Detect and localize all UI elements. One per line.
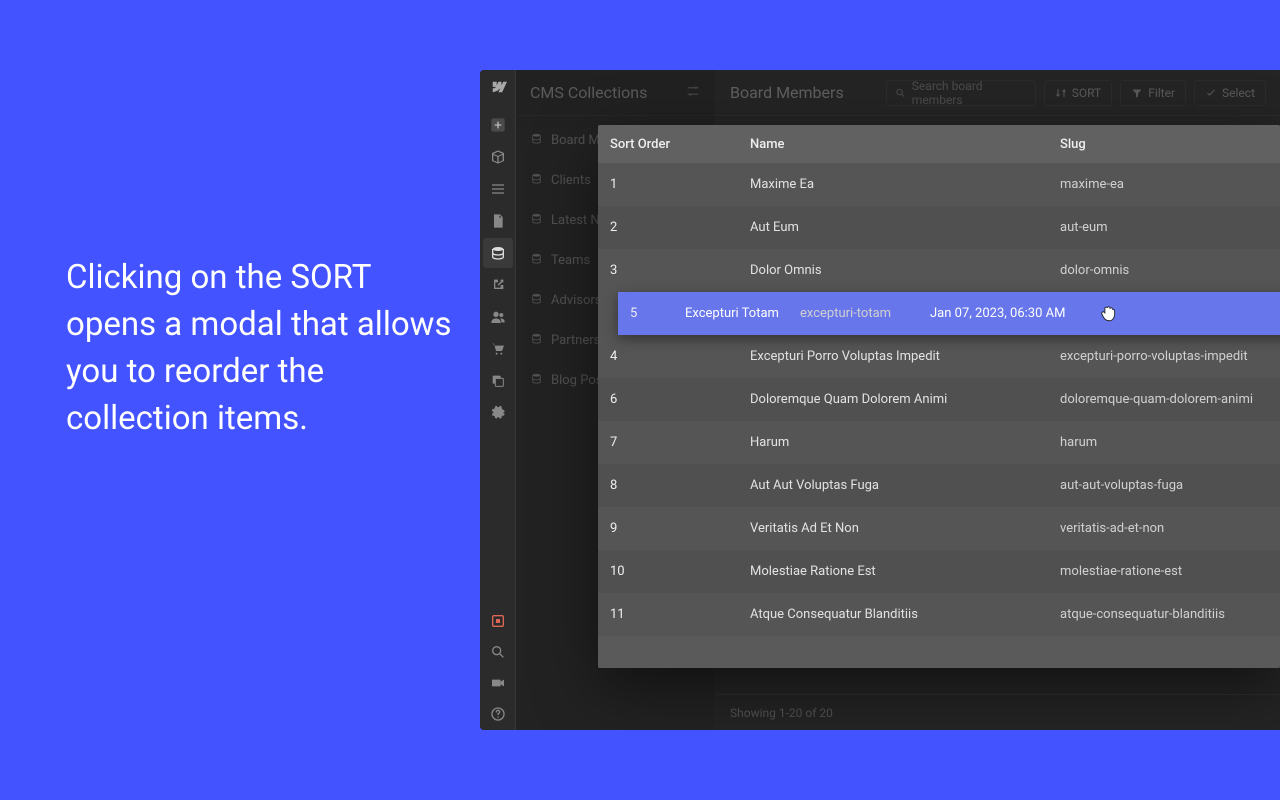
cell-slug: veritatis-ad-et-non — [1060, 521, 1268, 536]
cell-order: 10 — [610, 564, 750, 579]
sort-row[interactable]: 3Dolor Omnisdolor-omnis — [598, 249, 1280, 292]
cms-icon[interactable] — [483, 238, 513, 268]
sort-row[interactable]: 7Harumharum — [598, 421, 1280, 464]
cell-order: 2 — [610, 220, 750, 235]
database-icon — [530, 372, 543, 389]
cell-name: Aut Eum — [750, 220, 1060, 235]
collection-label: Teams — [551, 253, 590, 268]
cell-slug: doloremque-quam-dolorem-animi — [1060, 392, 1268, 407]
caption-text: Clicking on the SORT opens a modal that … — [66, 255, 466, 442]
database-icon — [530, 132, 543, 149]
cell-order: 7 — [610, 435, 750, 450]
list-icon[interactable] — [483, 174, 513, 204]
cart-icon[interactable] — [483, 334, 513, 364]
sort-row[interactable]: 8Aut Aut Voluptas Fugaaut-aut-voluptas-f… — [598, 464, 1280, 507]
cell-slug: excepturi-totam — [800, 306, 930, 321]
cell-order: 8 — [610, 478, 750, 493]
main-header: Board Members Search board members SORT … — [716, 70, 1280, 116]
cell-slug: maxime-ea — [1060, 177, 1268, 192]
panel-header: CMS Collections — [516, 70, 715, 116]
collection-label: Advisors — [551, 293, 602, 308]
cell-order: 3 — [610, 263, 750, 278]
add-icon[interactable] — [483, 110, 513, 140]
database-icon — [530, 212, 543, 229]
stop-icon[interactable] — [483, 606, 513, 636]
cell-name: Harum — [750, 435, 1060, 450]
cell-name: Maxime Ea — [750, 177, 1060, 192]
sort-row[interactable]: 11Atque Consequatur Blanditiisatque-cons… — [598, 593, 1280, 636]
search-input[interactable]: Search board members — [886, 80, 1036, 106]
cell-order: 6 — [610, 392, 750, 407]
cell-name: Dolor Omnis — [750, 263, 1060, 278]
search-placeholder: Search board members — [912, 79, 1027, 107]
cell-order: 1 — [610, 177, 750, 192]
select-button[interactable]: Select — [1194, 80, 1266, 106]
modal-footer — [598, 636, 1280, 668]
cell-slug: excepturi-porro-voluptas-impedit — [1060, 349, 1268, 364]
cell-date: Jan 07, 2023, 06:30 AM — [930, 306, 1100, 321]
cell-slug: harum — [1060, 435, 1268, 450]
footer-count: Showing 1-20 of 20 — [730, 706, 833, 720]
sort-modal[interactable]: Sort Order Name Slug 1Maxime Eamaxime-ea… — [598, 125, 1280, 668]
sort-row[interactable]: 6Doloremque Quam Dolorem Animidoloremque… — [598, 378, 1280, 421]
collection-label: Partners — [551, 333, 600, 348]
cell-name: Veritatis Ad Et Non — [750, 521, 1060, 536]
sort-row[interactable]: 10Molestiae Ratione Estmolestiae-ratione… — [598, 550, 1280, 593]
cell-slug: atque-consequatur-blanditiis — [1060, 607, 1268, 622]
main-footer: Showing 1-20 of 20 — [716, 694, 1280, 730]
cell-name: Aut Aut Voluptas Fuga — [750, 478, 1060, 493]
sort-row[interactable]: 1Maxime Eamaxime-ea — [598, 163, 1280, 206]
sliders-icon[interactable] — [685, 83, 701, 103]
users-icon[interactable] — [483, 302, 513, 332]
panel-title: CMS Collections — [530, 83, 647, 102]
cell-slug: dolor-omnis — [1060, 263, 1268, 278]
gear-icon[interactable] — [483, 398, 513, 428]
sort-button[interactable]: SORT — [1044, 80, 1112, 106]
link-icon[interactable] — [483, 270, 513, 300]
cell-slug: molestiae-ratione-est — [1060, 564, 1268, 579]
header-sort-order: Sort Order — [610, 137, 750, 152]
drag-cursor-icon — [1100, 305, 1280, 323]
sort-row[interactable]: 9Veritatis Ad Et Nonveritatis-ad-et-non — [598, 507, 1280, 550]
database-icon — [530, 172, 543, 189]
box-icon[interactable] — [483, 142, 513, 172]
cell-order: 4 — [610, 349, 750, 364]
cell-name: Excepturi Porro Voluptas Impedit — [750, 349, 1060, 364]
cell-name: Doloremque Quam Dolorem Animi — [750, 392, 1060, 407]
video-icon[interactable] — [483, 668, 513, 698]
header-slug: Slug — [1060, 137, 1268, 152]
cell-order: 5 — [630, 306, 685, 321]
database-icon — [530, 252, 543, 269]
main-area: Board Members Search board members SORT … — [716, 70, 1280, 730]
webflow-logo — [489, 76, 507, 110]
help-icon[interactable] — [483, 699, 513, 729]
sort-row[interactable]: 4Excepturi Porro Voluptas Impeditexceptu… — [598, 335, 1280, 378]
filter-button[interactable]: Filter — [1120, 80, 1186, 106]
header-name: Name — [750, 137, 1060, 152]
cell-name: Molestiae Ratione Est — [750, 564, 1060, 579]
sort-row[interactable]: 2Aut Eumaut-eum — [598, 206, 1280, 249]
cell-name: Atque Consequatur Blanditiis — [750, 607, 1060, 622]
database-icon — [530, 292, 543, 309]
app-window: CMS Collections Board MembersClients2Lat… — [480, 70, 1280, 730]
page-icon[interactable] — [483, 206, 513, 236]
copy-icon[interactable] — [483, 366, 513, 396]
modal-header: Sort Order Name Slug — [598, 125, 1280, 163]
cell-order: 9 — [610, 521, 750, 536]
modal-body: 1Maxime Eamaxime-ea2Aut Eumaut-eum3Dolor… — [598, 163, 1280, 636]
sort-row-dragging[interactable]: 5Excepturi Totamexcepturi-totamJan 07, 2… — [618, 292, 1280, 335]
cell-slug: aut-aut-voluptas-fuga — [1060, 478, 1268, 493]
left-rail — [480, 70, 516, 730]
search-icon[interactable] — [483, 637, 513, 667]
collection-label: Clients — [551, 173, 591, 188]
cell-order: 11 — [610, 607, 750, 622]
database-icon — [530, 332, 543, 349]
main-title: Board Members — [730, 83, 844, 102]
cell-slug: aut-eum — [1060, 220, 1268, 235]
cell-name: Excepturi Totam — [685, 306, 800, 321]
